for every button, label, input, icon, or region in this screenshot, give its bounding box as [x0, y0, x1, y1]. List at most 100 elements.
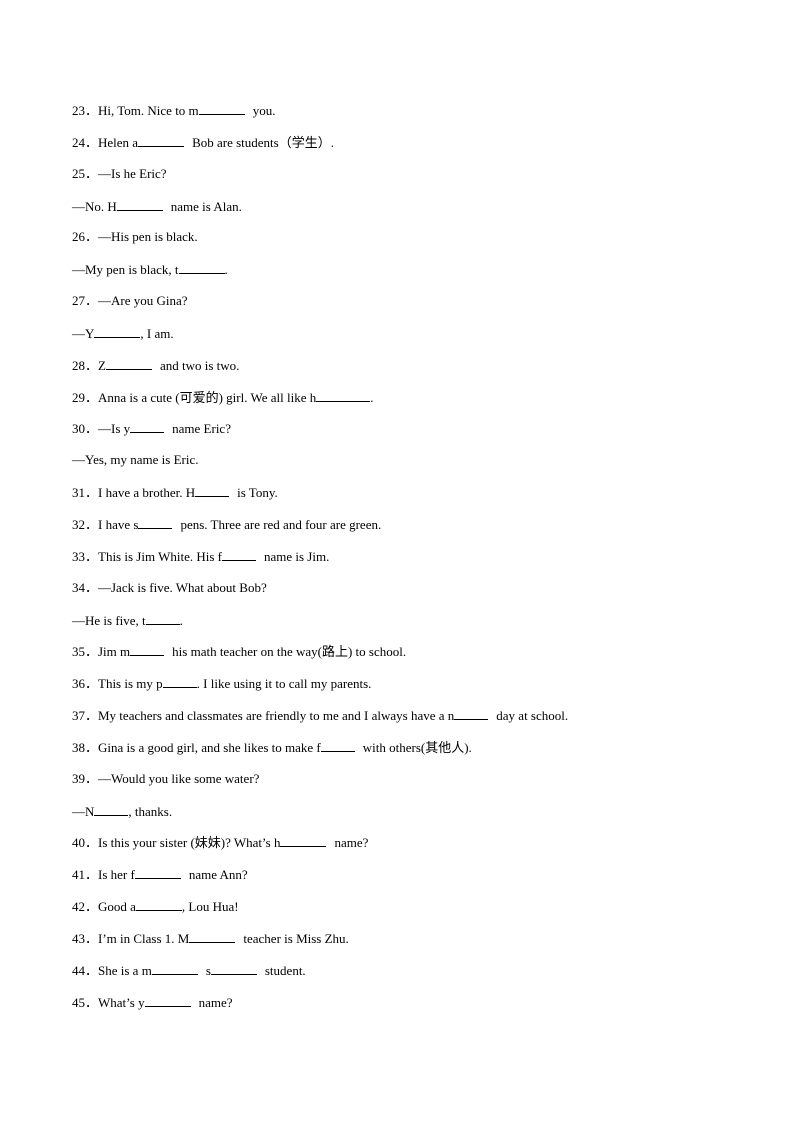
question-text: —Y — [72, 325, 95, 341]
question-q34: 34．—Jack is five. What about Bob? — [72, 579, 752, 611]
fill-in-blank[interactable] — [280, 833, 327, 848]
question-number: 40 — [72, 835, 85, 851]
question-q28: 28．Z and two is two. — [72, 356, 752, 388]
question-number: 44 — [72, 962, 85, 978]
question-text: name? — [198, 994, 233, 1010]
question-text: What’s y — [98, 994, 145, 1010]
number-separator: ． — [85, 421, 99, 437]
number-separator: ． — [85, 930, 99, 946]
fill-in-blank[interactable] — [320, 738, 355, 752]
question-q42: 42．Good a , Lou Hua! — [72, 897, 752, 929]
question-text: —Are you Gina? — [98, 293, 188, 309]
question-number: 27 — [72, 293, 85, 309]
question-text: Jim m — [98, 644, 131, 660]
question-number: 42 — [72, 899, 85, 915]
question-text: his math teacher on the way(路上) to schoo… — [172, 644, 407, 660]
question-q35: 35．Jim m his math teacher on the way(路上) … — [72, 642, 752, 674]
number-separator: ． — [85, 644, 99, 660]
question-text: Gina is a good girl, and she likes to ma… — [98, 739, 321, 755]
question-q23: 23．Hi, Tom. Nice to m you. — [72, 101, 752, 133]
fill-in-blank[interactable] — [189, 929, 236, 943]
fill-in-blank[interactable] — [116, 197, 163, 211]
number-separator: ． — [85, 994, 99, 1010]
fill-in-blank[interactable] — [210, 961, 257, 975]
question-q27: 27．—Are you Gina? — [72, 292, 752, 324]
number-separator: ． — [85, 548, 99, 564]
question-q26: 26．—His pen is black. — [72, 228, 752, 260]
question-text: . — [179, 612, 183, 628]
fill-in-blank[interactable] — [198, 101, 245, 115]
question-q36: 36．This is my p . I like using it to call… — [72, 674, 752, 706]
question-number: 25 — [72, 165, 85, 181]
answer-line-q30: —Yes, my name is Eric. — [72, 451, 752, 483]
question-number: 33 — [72, 548, 85, 564]
question-q29: 29．Anna is a cute (可爱的) girl. We all lik… — [72, 388, 752, 420]
fill-in-blank[interactable] — [151, 961, 198, 975]
question-q30: 30．—Is y name Eric? — [72, 419, 752, 451]
question-q24: 24．Helen a Bob are students（学生）. — [72, 133, 752, 165]
question-text: Bob are students（学生）. — [192, 134, 334, 150]
question-text: —Jack is five. What about Bob? — [98, 579, 267, 595]
question-text: —His pen is black. — [98, 229, 198, 245]
question-text: you. — [252, 103, 276, 118]
fill-in-blank[interactable] — [195, 483, 230, 498]
question-number: 24 — [72, 134, 85, 150]
question-number: 32 — [72, 516, 85, 532]
fill-in-blank[interactable] — [138, 515, 173, 529]
fill-in-blank[interactable] — [94, 802, 129, 816]
question-number: 28 — [72, 357, 85, 373]
question-number: 45 — [72, 994, 85, 1010]
question-q40: 40．Is this your sister (妹妹)? What’s h nam… — [72, 833, 752, 865]
fill-in-blank[interactable] — [135, 897, 182, 912]
question-text: and two is two. — [159, 357, 240, 373]
question-text: student. — [264, 962, 306, 978]
question-q33: 33．This is Jim White. His f name is Jim. — [72, 547, 752, 579]
question-number: 34 — [72, 579, 85, 595]
question-text: —Is he Eric? — [98, 165, 167, 181]
fill-in-blank[interactable] — [134, 865, 181, 880]
fill-in-blank[interactable] — [130, 642, 165, 657]
fill-in-blank[interactable] — [316, 388, 371, 402]
question-text: with others(其他人). — [362, 739, 472, 755]
fill-in-blank[interactable] — [178, 260, 225, 275]
fill-in-blank[interactable] — [105, 356, 152, 370]
question-text: name is Alan. — [170, 198, 242, 214]
question-q32: 32．I have s pens. Three are red and four … — [72, 515, 752, 547]
fill-in-blank[interactable] — [94, 324, 141, 338]
question-q43: 43．I’m in Class 1. M teacher is Miss Zhu. — [72, 929, 752, 961]
question-text: , I am. — [140, 325, 174, 341]
number-separator: ． — [85, 579, 99, 595]
fill-in-blank[interactable] — [145, 611, 180, 625]
question-q38: 38．Gina is a good girl, and she likes to… — [72, 738, 752, 770]
question-text: This is Jim White. His f — [98, 548, 222, 564]
number-separator: ． — [85, 962, 99, 978]
fill-in-blank[interactable] — [221, 547, 256, 561]
question-number: 37 — [72, 708, 85, 724]
number-separator: ． — [85, 293, 99, 309]
fill-in-blank[interactable] — [162, 674, 197, 689]
number-separator: ． — [85, 516, 99, 532]
question-text: She is a m — [98, 962, 152, 978]
fill-in-blank[interactable] — [454, 706, 489, 721]
question-number: 43 — [72, 930, 85, 946]
question-list: 23．Hi, Tom. Nice to m you. 24．Helen a Bob a… — [72, 101, 752, 1024]
number-separator: ． — [85, 867, 99, 883]
number-separator: ． — [85, 676, 99, 692]
fill-in-blank[interactable] — [138, 133, 185, 147]
question-text: name is Jim. — [263, 548, 330, 564]
question-number: 30 — [72, 421, 85, 437]
question-text: Good a — [98, 899, 136, 915]
question-text: —N — [72, 803, 95, 819]
question-number: 26 — [72, 229, 85, 245]
question-text: Z — [98, 357, 106, 373]
question-q25: 25．—Is he Eric? — [72, 165, 752, 197]
question-text: —My pen is black, t — [72, 262, 179, 278]
question-text: Hi, Tom. Nice to m — [98, 103, 199, 118]
question-q39: 39．—Would you like some water? — [72, 770, 752, 802]
question-text: —Yes, my name is Eric. — [72, 452, 199, 468]
fill-in-blank[interactable] — [144, 993, 191, 1007]
question-text: —Would you like some water? — [98, 770, 260, 786]
question-text: name? — [334, 835, 369, 851]
question-text: Helen a — [98, 134, 139, 150]
fill-in-blank[interactable] — [130, 419, 165, 434]
